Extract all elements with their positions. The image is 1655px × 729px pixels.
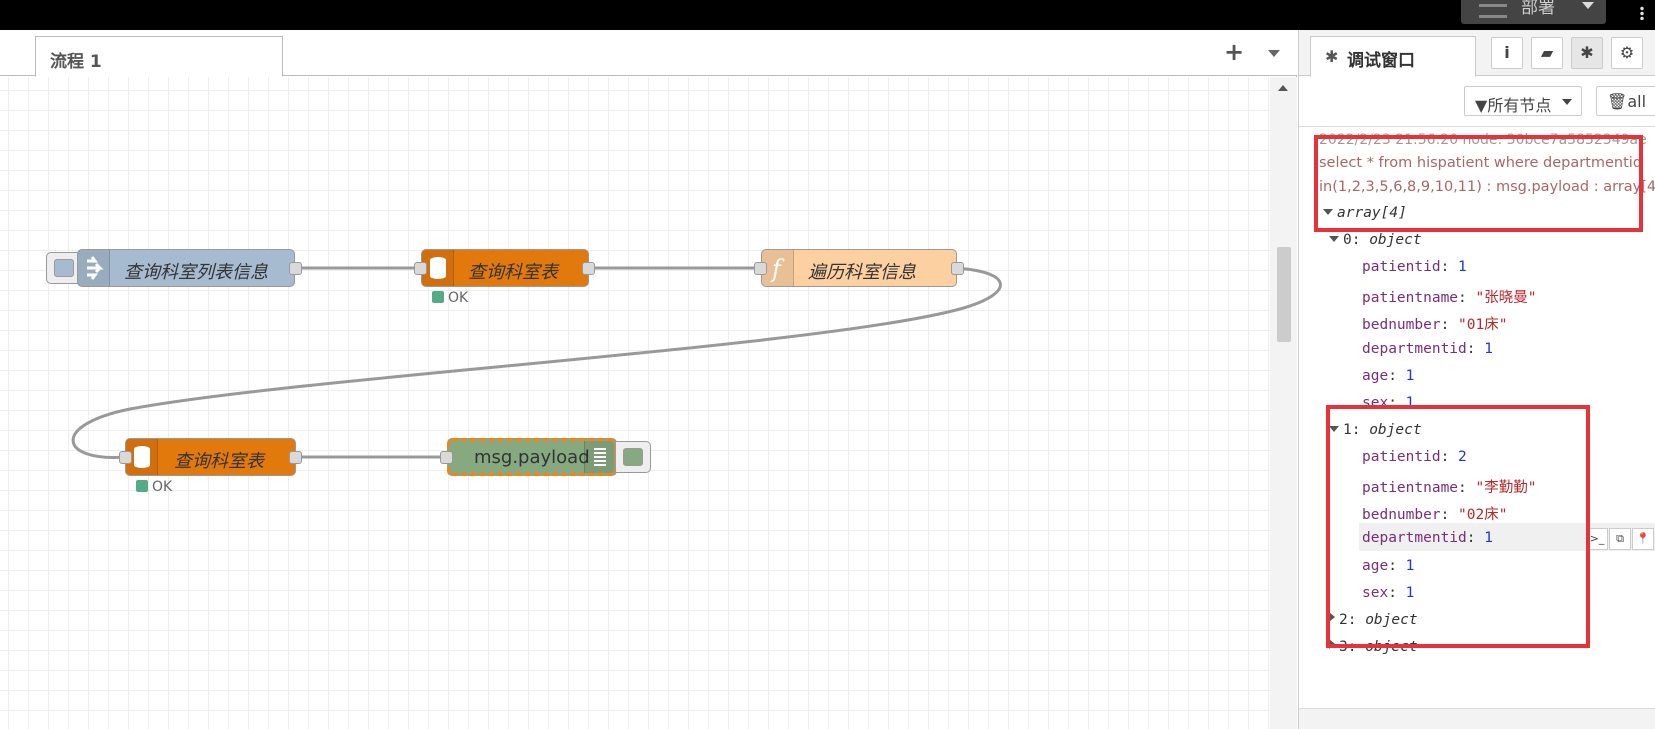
- canvas-scrollbar[interactable]: [1270, 77, 1297, 729]
- help-tab-button[interactable]: ▰: [1531, 37, 1563, 69]
- tree-field[interactable]: bednumber: "01床": [1362, 313, 1507, 334]
- book-icon: ▰: [1540, 43, 1554, 62]
- status-text: OK: [152, 479, 173, 495]
- deploy-label: 部署: [1521, 0, 1555, 18]
- inject-node[interactable]: 查询科室列表信息: [77, 249, 295, 287]
- workspace: 流程 1 + 查询科室列表信息 查询科室表 OK f 遍历科室信息 查询科室表 …: [0, 30, 1297, 729]
- field-value: 1: [1405, 368, 1415, 384]
- debug-tab-button[interactable]: ✱: [1571, 37, 1603, 69]
- field-value: 1: [1458, 259, 1467, 275]
- field-value: 1: [1484, 341, 1493, 357]
- tree-index: 0: [1343, 232, 1352, 248]
- pin-button[interactable]: 📍: [1632, 528, 1654, 550]
- function-output-port[interactable]: [951, 262, 964, 275]
- db-query-output-port[interactable]: [582, 262, 595, 275]
- debug-node-label: msg.payload: [474, 447, 590, 468]
- header-bar: 部署: [0, 0, 1655, 30]
- inject-trigger-button[interactable]: [46, 252, 80, 284]
- db-query-2-output-port[interactable]: [289, 451, 302, 464]
- db-query-2-status: OK: [136, 479, 172, 495]
- clear-label: all: [1627, 92, 1647, 111]
- bug-icon: ✱: [1580, 43, 1594, 62]
- tab-debug[interactable]: ✱ 调试窗口: [1310, 36, 1476, 77]
- deploy-icon: [1479, 4, 1507, 18]
- inject-output-port[interactable]: [289, 262, 302, 275]
- workspace-tabbar: 流程 1 +: [0, 30, 1297, 77]
- sidebar-footer: [1299, 708, 1655, 729]
- status-ok-icon: [136, 480, 148, 492]
- scrollbar-thumb[interactable]: [1277, 247, 1291, 342]
- db-query-status: OK: [432, 290, 468, 306]
- highlight-box: [1314, 135, 1643, 232]
- function-input-port[interactable]: [754, 262, 767, 275]
- filter-label: 所有节点: [1487, 96, 1552, 115]
- clear-messages-button[interactable]: 🗑all: [1596, 86, 1655, 116]
- db-query-node-2[interactable]: 查询科室表: [125, 438, 296, 476]
- tree-field[interactable]: patientname: "张晓曼": [1362, 286, 1536, 307]
- deploy-button[interactable]: 部署: [1461, 0, 1606, 24]
- debug-list-icon: [584, 441, 614, 473]
- db-query-input-port[interactable]: [414, 262, 427, 275]
- wires: [71, 266, 1002, 459]
- tree-field[interactable]: patientid: 1: [1362, 259, 1467, 275]
- inject-node-label: 查询科室列表信息: [124, 262, 268, 283]
- debug-toggle-button[interactable]: [615, 441, 651, 473]
- add-flow-icon[interactable]: +: [1224, 40, 1244, 64]
- tree-field[interactable]: departmentid: 1: [1362, 341, 1493, 357]
- db-query-node-2-label: 查询科室表: [174, 451, 264, 472]
- tab-label: 流程 1: [50, 52, 102, 72]
- tree-item[interactable]: 0: object: [1329, 232, 1422, 248]
- sidebar-header: ✱ 调试窗口 i ▰ ✱ ⚙: [1299, 30, 1655, 77]
- tab-debug-label: 调试窗口: [1347, 51, 1415, 71]
- flow-list-chevron-icon[interactable]: [1268, 50, 1280, 57]
- tree-field[interactable]: age: 1: [1362, 368, 1414, 384]
- debug-input-port[interactable]: [440, 451, 453, 464]
- debug-toolbar: ▼所有节点 🗑all: [1299, 77, 1655, 127]
- collapse-icon: [1329, 236, 1339, 242]
- svg-text:f: f: [770, 255, 785, 283]
- tab-flow-1[interactable]: 流程 1: [35, 36, 283, 77]
- field-key: bednumber: [1362, 317, 1441, 333]
- field-value: "张晓曼": [1475, 290, 1537, 306]
- info-icon: i: [1504, 43, 1510, 62]
- gear-icon: ⚙: [1619, 43, 1635, 62]
- db-query-node-label: 查询科室表: [468, 262, 558, 283]
- wire[interactable]: [71, 266, 1002, 459]
- info-tab-button[interactable]: i: [1491, 37, 1523, 69]
- db-query-2-input-port[interactable]: [119, 451, 132, 464]
- field-key: departmentid: [1362, 341, 1467, 357]
- flow-canvas[interactable]: 查询科室列表信息 查询科室表 OK f 遍历科室信息 查询科室表 OK msg.…: [0, 77, 1270, 729]
- chevron-down-icon: [1562, 99, 1572, 105]
- copy-value-button[interactable]: ⧉: [1609, 528, 1631, 550]
- trash-icon: 🗑: [1607, 92, 1628, 111]
- highlight-box: [1326, 405, 1590, 648]
- field-key: patientid: [1362, 259, 1441, 275]
- field-key: patientname: [1362, 290, 1459, 306]
- status-text: OK: [448, 290, 469, 306]
- status-ok-icon: [432, 291, 444, 303]
- main-menu-icon[interactable]: [1640, 6, 1644, 20]
- inject-arrow-icon: [78, 250, 110, 286]
- tree-type: object: [1369, 232, 1422, 248]
- row-tools: >_ ⧉ 📍: [1586, 527, 1655, 550]
- field-value: "01床": [1458, 317, 1508, 333]
- function-node-label: 遍历科室信息: [808, 262, 916, 283]
- db-query-node[interactable]: 查询科室表: [421, 249, 589, 287]
- function-node[interactable]: f 遍历科室信息: [761, 249, 957, 287]
- field-key: age: [1362, 368, 1389, 384]
- scroll-up-icon[interactable]: [1278, 85, 1288, 91]
- filter-nodes-button[interactable]: ▼所有节点: [1464, 86, 1582, 116]
- debug-node[interactable]: msg.payload: [447, 438, 617, 476]
- config-tab-button[interactable]: ⚙: [1611, 37, 1643, 69]
- deploy-menu-chevron-icon[interactable]: [1582, 2, 1594, 9]
- filter-icon: ▼: [1475, 96, 1488, 115]
- bug-icon: ✱: [1325, 47, 1339, 66]
